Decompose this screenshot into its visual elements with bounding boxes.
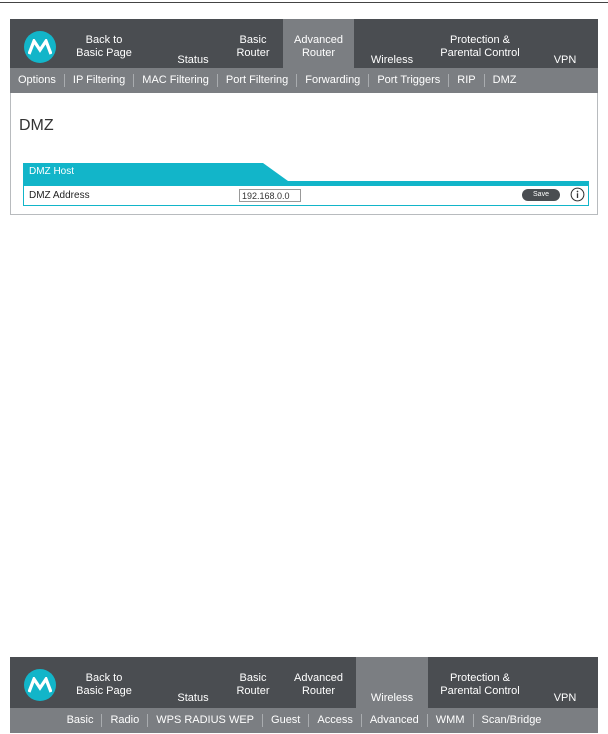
nav-back-line1: Back to: [85, 672, 123, 684]
wireless-subnav: Basic Radio WPS RADIUS WEP Guest Access …: [10, 708, 598, 733]
nav-back-to-basic[interactable]: Back to Basic Page: [66, 657, 142, 713]
nav-wireless-label: Wireless: [370, 54, 414, 66]
nav-back-line2: Basic Page: [76, 47, 132, 59]
nav-vpn-label: VPN: [553, 54, 577, 66]
nav-vpn-label: VPN: [553, 692, 577, 704]
subnav-mac-filtering[interactable]: MAC Filtering: [134, 74, 218, 87]
nav-basic-router-line2: Router: [236, 47, 270, 59]
nav-protection-line2: Parental Control: [440, 47, 520, 59]
subnav-advanced[interactable]: Advanced: [362, 714, 428, 727]
nav-back-to-basic[interactable]: Back to Basic Page: [66, 19, 142, 75]
dmz-address-input[interactable]: [239, 189, 301, 202]
subnav-ip-filtering[interactable]: IP Filtering: [65, 74, 135, 87]
motorola-logo-icon[interactable]: [24, 669, 56, 701]
subnav-basic[interactable]: Basic: [59, 714, 103, 727]
nav-back-line1: Back to: [85, 34, 123, 46]
subnav-scan-bridge[interactable]: Scan/Bridge: [474, 714, 550, 727]
nav-advanced-router-line1: Advanced: [294, 672, 343, 684]
dmz-host-section-tab: DMZ Host: [23, 163, 288, 181]
nav-advanced-router[interactable]: Advanced Router: [283, 19, 354, 75]
nav-advanced-router[interactable]: Advanced Router: [283, 657, 354, 713]
main-nav-bottom: Back to Basic Page Status Basic Router A…: [10, 657, 598, 713]
nav-advanced-router-line2: Router: [301, 685, 336, 697]
subnav-access[interactable]: Access: [309, 714, 362, 727]
nav-protection-line1: Protection &: [450, 672, 510, 684]
nav-status-label: Status: [177, 54, 209, 66]
nav-vpn[interactable]: VPN: [543, 19, 587, 75]
save-button[interactable]: Save: [522, 189, 560, 201]
dmz-address-label: DMZ Address: [29, 190, 90, 201]
nav-back-line2: Basic Page: [76, 685, 132, 697]
nav-vpn[interactable]: VPN: [543, 657, 587, 713]
nav-wireless[interactable]: Wireless: [356, 657, 428, 713]
top-divider: [0, 2, 608, 3]
dmz-content-panel: DMZ DMZ Host DMZ Address Save: [10, 93, 598, 215]
main-nav: Back to Basic Page Status Basic Router A…: [10, 19, 598, 75]
subnav-port-triggers[interactable]: Port Triggers: [369, 74, 450, 87]
nav-basic-router[interactable]: Basic Router: [226, 19, 280, 75]
subnav-forwarding[interactable]: Forwarding: [297, 74, 370, 87]
info-icon[interactable]: [570, 187, 585, 202]
nav-wireless-label: Wireless: [370, 692, 414, 704]
subnav-guest[interactable]: Guest: [263, 714, 310, 727]
nav-wireless[interactable]: Wireless: [360, 19, 424, 75]
subnav-options[interactable]: Options: [10, 74, 65, 87]
nav-basic-router-line1: Basic: [239, 34, 267, 46]
nav-protection-line1: Protection &: [450, 34, 510, 46]
subnav-wps-radius-wep[interactable]: WPS RADIUS WEP: [148, 714, 264, 727]
nav-advanced-router-line2: Router: [301, 47, 336, 59]
subnav-port-filtering[interactable]: Port Filtering: [218, 74, 298, 87]
nav-status[interactable]: Status: [166, 657, 220, 713]
subnav-radio[interactable]: Radio: [102, 714, 149, 727]
subnav-dmz[interactable]: DMZ: [485, 74, 525, 87]
dmz-address-row: DMZ Address Save: [23, 186, 589, 206]
subnav-rip[interactable]: RIP: [449, 74, 485, 87]
nav-protection-parental[interactable]: Protection & Parental Control: [428, 657, 532, 713]
advanced-router-subnav: Options IP Filtering MAC Filtering Port …: [10, 68, 598, 93]
motorola-logo-icon[interactable]: [24, 31, 56, 63]
page-title: DMZ: [19, 117, 54, 134]
nav-basic-router-line2: Router: [236, 685, 270, 697]
nav-protection-line2: Parental Control: [440, 685, 520, 697]
subnav-wmm[interactable]: WMM: [428, 714, 474, 727]
nav-advanced-router-line1: Advanced: [294, 34, 343, 46]
nav-status[interactable]: Status: [166, 19, 220, 75]
nav-status-label: Status: [177, 692, 209, 704]
nav-basic-router-line1: Basic: [239, 672, 267, 684]
nav-basic-router[interactable]: Basic Router: [226, 657, 280, 713]
nav-protection-parental[interactable]: Protection & Parental Control: [428, 19, 532, 75]
